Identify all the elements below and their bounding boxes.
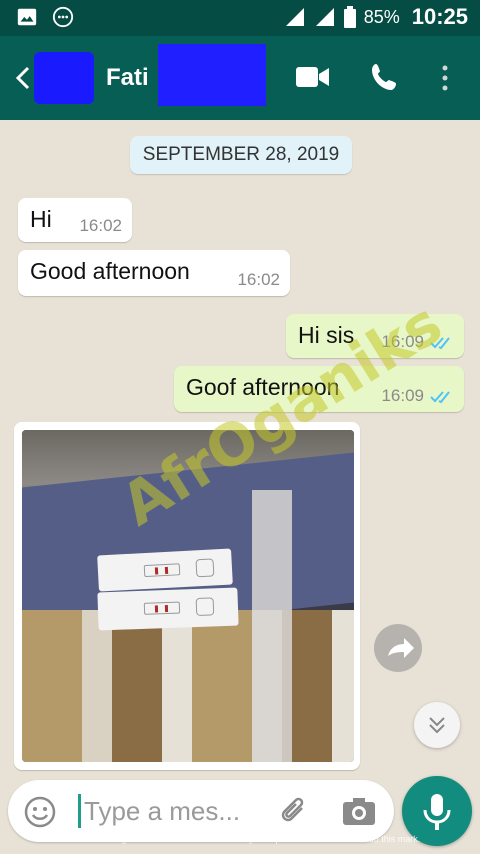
forward-button[interactable] — [374, 624, 422, 672]
message-text: Hi — [30, 206, 52, 232]
text-caret — [78, 794, 81, 828]
video-call-icon[interactable] — [296, 64, 330, 90]
contact-avatar[interactable] — [34, 52, 94, 104]
signal-2-icon — [315, 8, 334, 26]
chat-notification-icon — [52, 6, 74, 28]
message-text: Good afternoon — [30, 258, 190, 284]
clock: 10:25 — [411, 4, 468, 29]
message-time: 16:09 — [381, 386, 424, 405]
redaction-block — [158, 44, 266, 106]
forward-arrow-icon — [388, 638, 414, 658]
message-time: 16:02 — [237, 270, 280, 289]
attachment-icon[interactable] — [278, 794, 310, 828]
back-arrow-icon[interactable] — [10, 64, 34, 92]
contact-name[interactable]: Fati — [106, 64, 149, 92]
signal-icon — [285, 8, 304, 26]
message-bubble-incoming[interactable]: Hi 16:02 — [18, 198, 132, 242]
test-strip — [97, 587, 239, 631]
gallery-notification-icon — [17, 8, 37, 26]
chat-header: Fati — [0, 36, 480, 120]
phone-call-icon[interactable] — [370, 62, 400, 92]
battery-icon — [343, 6, 356, 28]
scroll-to-bottom-button[interactable] — [414, 702, 460, 748]
message-time: 16:02 — [79, 216, 122, 235]
date-separator: SEPTEMBER 28, 2019 — [130, 136, 352, 174]
watermark-footer: Processed using the free version of Wate… — [59, 834, 421, 844]
status-bar: 85% 10:25 — [0, 0, 480, 36]
read-receipt-icon — [430, 391, 450, 404]
double-chevron-down-icon — [429, 717, 445, 734]
camera-icon[interactable] — [342, 796, 376, 826]
message-bubble-incoming[interactable]: Good afternoon 16:02 — [18, 250, 290, 296]
test-strip — [97, 548, 233, 592]
message-input[interactable] — [84, 790, 274, 832]
more-options-icon[interactable] — [440, 64, 450, 92]
message-composer — [8, 780, 394, 842]
emoji-icon[interactable] — [24, 796, 56, 828]
battery-percent: 85% — [363, 6, 400, 27]
